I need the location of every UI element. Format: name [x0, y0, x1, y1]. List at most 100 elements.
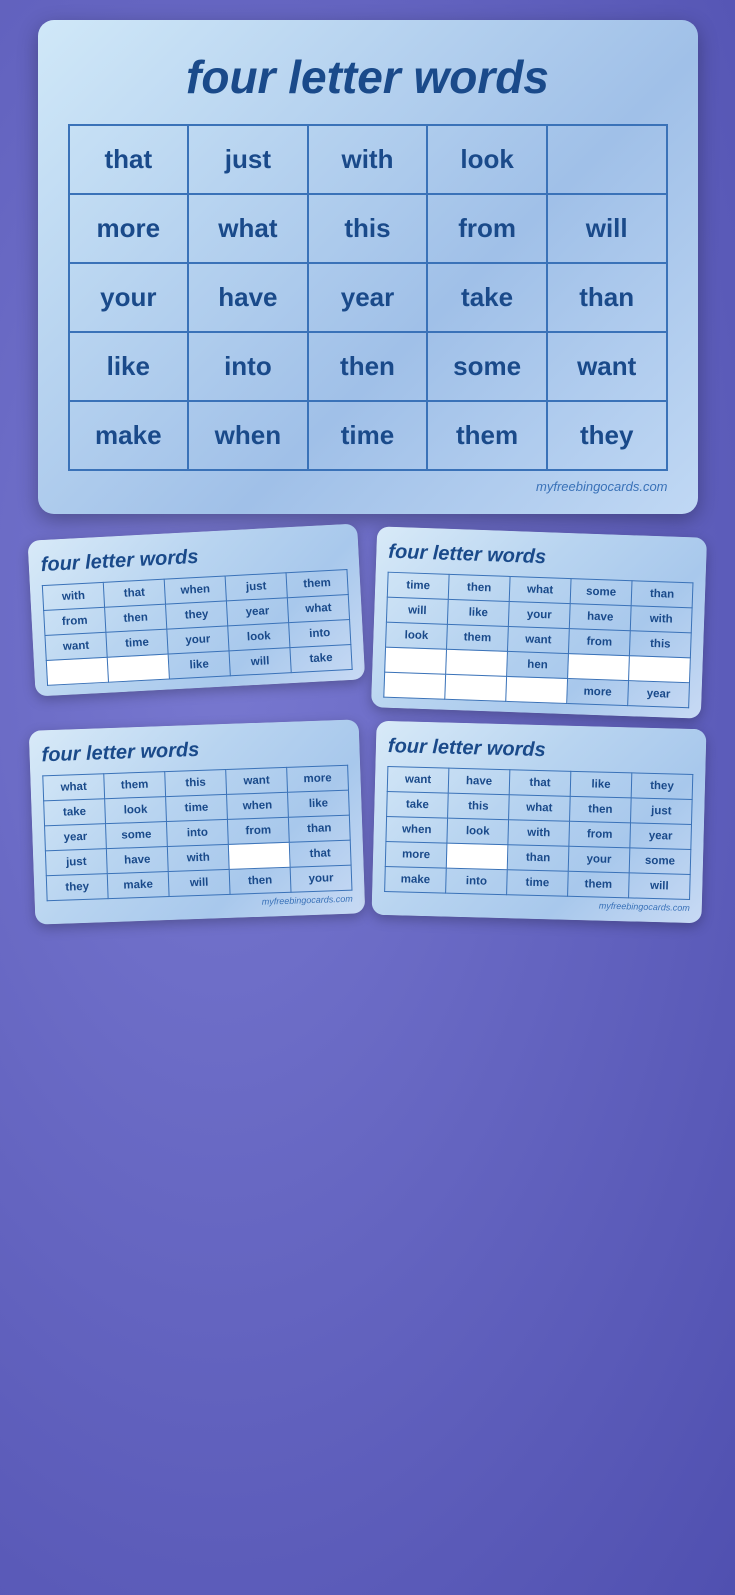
- bingo-cell: year: [627, 681, 689, 708]
- bingo-cell: that: [103, 579, 165, 607]
- card-wrapper-4: four letter words wanthavethatliketheyta…: [371, 721, 706, 924]
- bingo-cell: some: [427, 332, 547, 401]
- bingo-cell: time: [506, 870, 568, 897]
- bingo-cell: [505, 676, 567, 703]
- bingo-cell: your: [69, 263, 189, 332]
- bingo-cell: will: [229, 648, 291, 676]
- bingo-cell: take: [289, 644, 351, 672]
- bingo-cell: than: [288, 815, 350, 842]
- bingo-cell: from: [43, 607, 105, 635]
- bingo-cell: this: [164, 769, 226, 796]
- bingo-cell: make: [107, 872, 169, 899]
- bingo-cell: look: [427, 125, 547, 194]
- bingo-cell: make: [69, 401, 189, 470]
- bingo-cell: from: [568, 821, 630, 848]
- bingo-cell: [547, 125, 667, 194]
- bingo-cell: just: [45, 849, 107, 876]
- bingo-cell: them: [103, 772, 165, 799]
- bingo-cell: have: [106, 847, 168, 874]
- bingo-cell: when: [164, 576, 226, 604]
- card2-grid: timethenwhatsomethanwilllikeyourhavewith…: [383, 572, 693, 709]
- bingo-cell: they: [631, 773, 693, 800]
- bingo-cell: like: [69, 332, 189, 401]
- bingo-cell: [445, 649, 507, 676]
- bingo-cell: them: [286, 570, 348, 598]
- bingo-cell: them: [567, 871, 629, 898]
- bingo-cell: like: [287, 790, 349, 817]
- bingo-cell: take: [386, 792, 448, 819]
- bingo-cell: year: [226, 598, 288, 626]
- bingo-cell: your: [568, 846, 630, 873]
- bingo-cell: some: [629, 848, 691, 875]
- bingo-cell: year: [308, 263, 428, 332]
- bingo-cell: time: [387, 572, 449, 599]
- bingo-cell: than: [547, 263, 667, 332]
- bingo-cell: want: [507, 626, 569, 653]
- bingo-cell: just: [225, 573, 287, 601]
- bingo-cell: than: [507, 845, 569, 872]
- card1-grid: withthatwhenjustthemfromthentheyyearwhat…: [41, 569, 352, 686]
- bingo-cell: [444, 674, 506, 701]
- card3-grid: whatthemthiswantmoretakelooktimewhenlike…: [42, 765, 352, 902]
- card4-title: four letter words: [387, 735, 693, 766]
- bingo-cell: look: [385, 622, 447, 649]
- bingo-cell: will: [386, 597, 448, 624]
- bingo-cell: time: [165, 794, 227, 821]
- bingo-cell: will: [628, 873, 690, 900]
- bingo-cell: time: [105, 629, 167, 657]
- bingo-cell: will: [168, 869, 230, 896]
- card-wrapper-2: four letter words timethenwhatsomethanwi…: [370, 526, 706, 718]
- bingo-cell: with: [507, 820, 569, 847]
- bingo-cell: what: [287, 595, 349, 623]
- main-bingo-card: four letter words thatjustwithlookmorewh…: [38, 20, 698, 514]
- bingo-cell: then: [569, 796, 631, 823]
- small-card-1: four letter words withthatwhenjustthemfr…: [27, 523, 365, 696]
- bingo-cell: more: [69, 194, 189, 263]
- bingo-cell: make: [384, 866, 446, 893]
- bingo-cell: like: [570, 771, 632, 798]
- bingo-cell: look: [227, 623, 289, 651]
- bingo-cell: from: [227, 817, 289, 844]
- bingo-cell: what: [509, 576, 571, 603]
- bingo-cell: what: [508, 795, 570, 822]
- bingo-cell: this: [308, 194, 428, 263]
- bingo-cell: have: [448, 768, 510, 795]
- bingo-cell: with: [308, 125, 428, 194]
- bingo-cell: [446, 843, 508, 870]
- bingo-cell: want: [225, 767, 287, 794]
- bingo-cell: into: [288, 620, 350, 648]
- bingo-cell: from: [568, 629, 630, 656]
- bingo-cell: some: [105, 822, 167, 849]
- bingo-cell: into: [188, 332, 308, 401]
- bingo-cell: [383, 672, 445, 699]
- bingo-cell: year: [44, 824, 106, 851]
- bingo-cell: that: [289, 840, 351, 867]
- bingo-cell: year: [629, 823, 691, 850]
- bingo-cell: [628, 656, 690, 683]
- bingo-cell: take: [43, 799, 105, 826]
- bingo-cell: more: [385, 842, 447, 869]
- bingo-cell: take: [427, 263, 547, 332]
- bingo-cell: more: [566, 679, 628, 706]
- main-bingo-grid: thatjustwithlookmorewhatthisfromwillyour…: [68, 124, 668, 471]
- bingo-cell: that: [509, 770, 571, 797]
- bingo-cell: this: [629, 631, 691, 658]
- bingo-cell: [107, 654, 169, 682]
- bingo-cell: have: [188, 263, 308, 332]
- main-website-label: myfreebingocards.com: [68, 479, 668, 494]
- bingo-cell: some: [570, 579, 632, 606]
- main-card-title: four letter words: [68, 50, 668, 104]
- bingo-cell: more: [286, 765, 348, 792]
- bingo-cell: them: [446, 624, 508, 651]
- bingo-cell: just: [630, 798, 692, 825]
- bingo-cell: time: [308, 401, 428, 470]
- bingo-cell: this: [447, 793, 509, 820]
- bingo-cell: what: [42, 774, 104, 801]
- bingo-cell: [384, 647, 446, 674]
- bingo-cell: want: [44, 632, 106, 660]
- bingo-cell: like: [168, 651, 230, 679]
- bingo-cell: [46, 657, 108, 685]
- bingo-cell: when: [385, 817, 447, 844]
- bingo-cell: just: [188, 125, 308, 194]
- bingo-cell: [567, 654, 629, 681]
